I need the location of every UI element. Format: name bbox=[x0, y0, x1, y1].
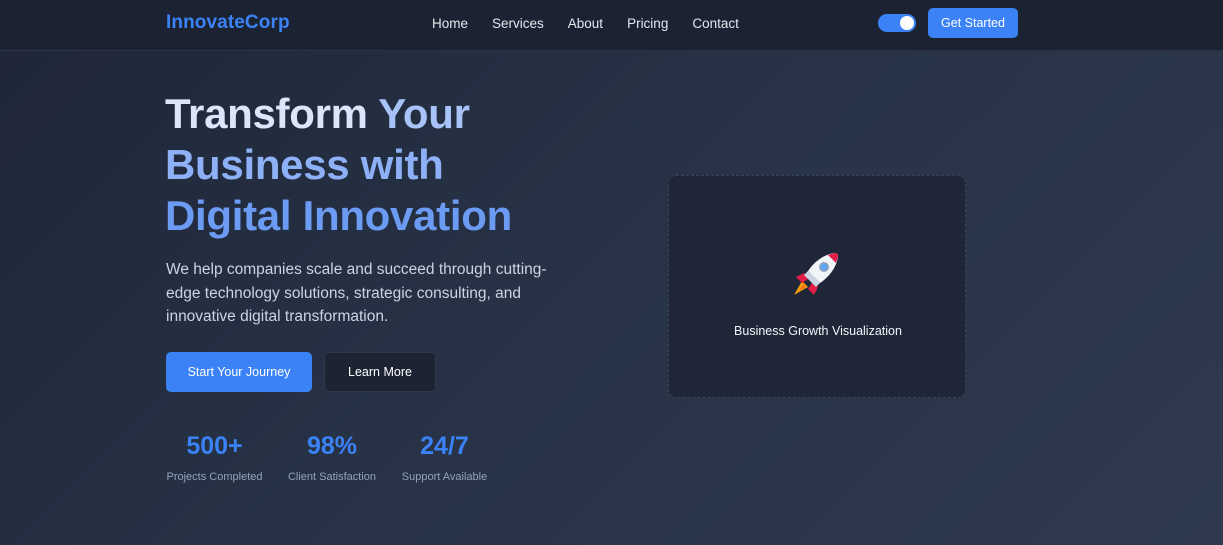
stat-value: 24/7 bbox=[420, 432, 469, 460]
hero-title: Transform Your Business with Digital Innov… bbox=[165, 88, 585, 241]
stat-projects: 500+ Projects Completed bbox=[166, 430, 263, 483]
stat-label: Projects Completed bbox=[166, 471, 263, 483]
hero-description: We help companies scale and succeed thro… bbox=[166, 261, 547, 325]
growth-visual-card: Business Growth Visualization bbox=[668, 175, 966, 398]
hero-title-line1-part2: Your bbox=[378, 90, 470, 137]
stat-label: Support Available bbox=[401, 471, 488, 483]
visual-caption: Business Growth Visualization bbox=[734, 324, 902, 338]
get-started-button[interactable]: Get Started bbox=[928, 8, 1018, 38]
hero-title-line3: Digital Innovation bbox=[165, 192, 512, 239]
toggle-knob bbox=[900, 16, 914, 30]
hero-title-line1-part1: Transform bbox=[165, 90, 379, 137]
stat-value: 98% bbox=[306, 432, 358, 460]
stat-satisfaction: 98% Client Satisfaction bbox=[287, 430, 377, 483]
nav-link-home[interactable]: Home bbox=[432, 16, 468, 31]
rocket-icon bbox=[794, 253, 838, 295]
nav-links: Home Services About Pricing Contact bbox=[432, 16, 739, 31]
stat-support: 24/7 Support Available bbox=[401, 430, 488, 483]
nav-link-contact[interactable]: Contact bbox=[692, 16, 739, 31]
theme-toggle[interactable] bbox=[878, 14, 916, 32]
brand-logo[interactable]: InnovateCorp bbox=[166, 12, 290, 34]
hero-title-line2: Business with bbox=[165, 141, 444, 188]
navbar: InnovateCorp Home Services About Pricing… bbox=[0, 0, 1223, 51]
stat-label: Client Satisfaction bbox=[287, 471, 377, 483]
stats-row: 500+ Projects Completed 98% Client Satis… bbox=[166, 430, 488, 483]
start-journey-button[interactable]: Start Your Journey bbox=[166, 352, 312, 392]
learn-more-button[interactable]: Learn More bbox=[324, 352, 436, 392]
stat-value: 500+ bbox=[186, 432, 243, 460]
nav-link-services[interactable]: Services bbox=[492, 16, 544, 31]
nav-link-pricing[interactable]: Pricing bbox=[627, 16, 668, 31]
nav-link-about[interactable]: About bbox=[568, 16, 603, 31]
